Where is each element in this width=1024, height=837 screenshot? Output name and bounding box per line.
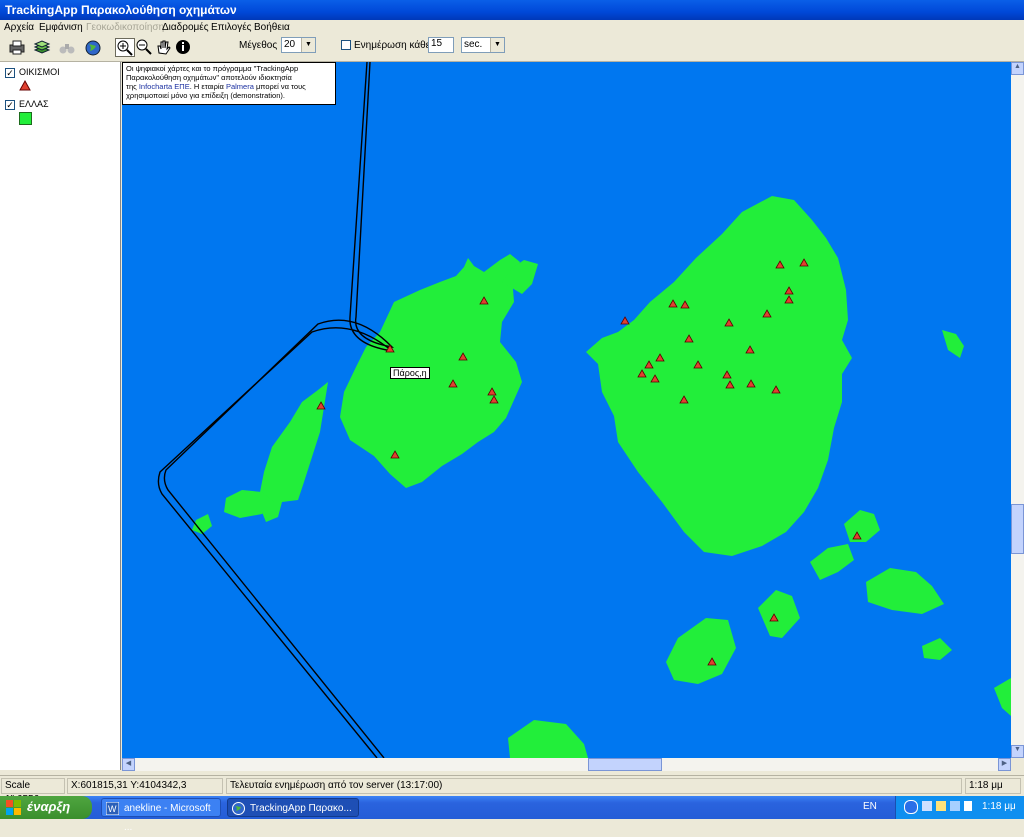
menu-files[interactable]: Αρχεία — [4, 22, 34, 33]
svg-text:W: W — [108, 804, 117, 814]
size-label: Μέγεθος — [239, 40, 278, 51]
islet-east-3 — [866, 568, 944, 614]
layers-button[interactable] — [32, 38, 52, 57]
status-message: Τελευταία ενημέρωση από τον server (13:1… — [226, 778, 962, 794]
menu-options[interactable]: Επιλογές — [211, 22, 251, 33]
taskbar-item-label: anekline - Microsoft ... — [124, 803, 211, 833]
menu-geocoding: Γεοκωδικοποίηση — [86, 22, 165, 33]
islet-mid-south — [758, 590, 800, 638]
layer-label-settlements: ΟΙΚΙΣΜΟΙ — [19, 67, 60, 77]
menu-routes[interactable]: Διαδρομές — [162, 22, 209, 33]
language-indicator[interactable]: EN — [863, 801, 877, 812]
scroll-down-button[interactable]: ▼ — [1011, 745, 1024, 758]
islet-east-naxos — [942, 330, 964, 358]
globe-button[interactable] — [83, 38, 103, 57]
brand-infocharta: Infocharta ΕΠΕ — [138, 82, 190, 91]
info-icon — [176, 40, 190, 54]
layer-checkbox-greece[interactable]: ✓ — [5, 100, 15, 110]
horizontal-scroll-thumb[interactable] — [588, 758, 662, 771]
islet-far-east — [922, 638, 952, 660]
scroll-right-button[interactable]: ▶ — [998, 758, 1011, 771]
land-layer — [192, 196, 1011, 758]
binoculars-icon — [59, 44, 75, 54]
find-button — [57, 38, 77, 57]
menu-help[interactable]: Βοήθεια — [254, 22, 290, 33]
window-title: TrackingApp Παρακολούθηση οχημάτων — [5, 3, 237, 17]
vertical-scroll-thumb[interactable] — [1011, 504, 1024, 554]
word-doc-icon: W — [106, 802, 119, 815]
scroll-left-button[interactable]: ◀ — [122, 758, 135, 771]
info-button[interactable] — [174, 38, 194, 57]
green-square-icon — [19, 112, 32, 125]
taskbar-item-word[interactable]: W anekline - Microsoft ... — [101, 798, 221, 833]
printer-icon — [9, 40, 25, 55]
unit-value: sec. — [464, 39, 483, 50]
credit-line-2: Παρακολούθηση οχημάτων" αποτελούν ιδιοκτ… — [126, 73, 292, 82]
taskbar-item-label: TrackingApp Παρακο... — [250, 803, 352, 814]
tray-clock: 1:18 μμ — [982, 801, 1016, 812]
zoom-in-icon — [117, 40, 133, 56]
map-canvas[interactable]: Οι ψηφιακοί χάρτες και το πρόγραμμα "Tra… — [122, 62, 1011, 758]
island-naxos — [586, 196, 852, 556]
windows-logo-icon — [6, 800, 21, 815]
copyright-notice: Οι ψηφιακοί χάρτες και το πρόγραμμα "Tra… — [122, 62, 336, 105]
update-checkbox[interactable] — [341, 40, 351, 50]
security-icon[interactable] — [950, 801, 960, 811]
system-tray: EN 1:18 μμ — [863, 796, 1024, 819]
credit-line-1: Οι ψηφιακοί χάρτες και το πρόγραμμα "Tra… — [126, 64, 299, 73]
layer-label-greece: ΕΛΛΑΣ — [19, 99, 49, 109]
toolbar: Μέγεθος 20 ▼ Ενημέρωση κάθε 15 sec. ▼ — [0, 35, 1024, 62]
device-icon[interactable] — [964, 801, 972, 811]
taskbar: έναρξη W anekline - Microsoft ... Tracki… — [0, 796, 1024, 833]
chevron-down-icon: ▼ — [490, 38, 504, 52]
brand-palmera: Palmera — [225, 82, 254, 91]
globe-icon — [232, 802, 245, 815]
globe-icon — [85, 40, 101, 56]
zoom-in-button[interactable] — [115, 38, 135, 57]
credit-line-4: χρησιμοποιεί μόνο για επίδειξη (demonstr… — [126, 91, 285, 100]
unit-select[interactable]: sec. ▼ — [461, 37, 505, 53]
interval-input[interactable]: 15 — [428, 37, 454, 53]
window-title-bar: TrackingApp Παρακολούθηση οχημάτων — [0, 0, 1024, 20]
islet-edge-east — [994, 678, 1011, 716]
islet-south-2 — [508, 720, 588, 758]
triangle-icon — [19, 80, 31, 91]
islet-south-1 — [666, 618, 736, 684]
status-coordinates: X:601815,31 Y:4104342,3 — [67, 778, 223, 794]
update-label: Ενημέρωση κάθε — [354, 40, 431, 51]
islet-east-2 — [810, 544, 854, 580]
islet-east-1 — [844, 510, 880, 542]
network-icon[interactable] — [922, 801, 932, 811]
hand-icon — [157, 40, 171, 55]
vertical-scrollbar[interactable]: ▲ ▼ — [1011, 62, 1024, 758]
pan-button[interactable] — [154, 38, 174, 57]
island-paros — [340, 254, 522, 488]
print-button[interactable] — [7, 38, 27, 57]
menu-view[interactable]: Εμφάνιση — [39, 22, 83, 33]
zoom-out-icon — [136, 39, 152, 55]
status-time: 1:18 μμ — [965, 778, 1021, 794]
scroll-up-button[interactable]: ▲ — [1011, 62, 1024, 75]
chevron-down-icon: ▼ — [301, 38, 315, 52]
place-label-paros: Πάρος,η — [390, 367, 430, 379]
back-arrow-icon[interactable] — [904, 800, 918, 814]
status-scale: Scale 1":6556 — [1, 778, 65, 805]
start-label: έναρξη — [27, 799, 71, 814]
zoom-out-button[interactable] — [135, 38, 155, 57]
size-value: 20 — [284, 39, 296, 50]
credit-line-3: της Infocharta ΕΠΕ. Η εταιρία Palmera μπ… — [126, 82, 306, 91]
menu-bar: Αρχεία Εμφάνιση Γεοκωδικοποίηση Διαδρομέ… — [0, 20, 1024, 35]
map-svg[interactable] — [122, 62, 1011, 758]
layer-checkbox-settlements[interactable]: ✓ — [5, 68, 15, 78]
settlement-marker[interactable] — [620, 316, 630, 325]
start-button[interactable]: έναρξη — [0, 796, 92, 819]
layers-icon — [33, 40, 51, 54]
size-select[interactable]: 20 ▼ — [281, 37, 316, 53]
legend-panel: ✓ ΟΙΚΙΣΜΟΙ ✓ ΕΛΛΑΣ — [0, 62, 121, 770]
horizontal-scrollbar[interactable]: ◀ ▶ — [122, 758, 1011, 771]
volume-icon[interactable] — [936, 801, 946, 811]
taskbar-item-trackingapp[interactable]: TrackingApp Παρακο... — [227, 798, 359, 817]
status-bar: Scale 1":6556 X:601815,31 Y:4104342,3 Τε… — [0, 775, 1024, 805]
